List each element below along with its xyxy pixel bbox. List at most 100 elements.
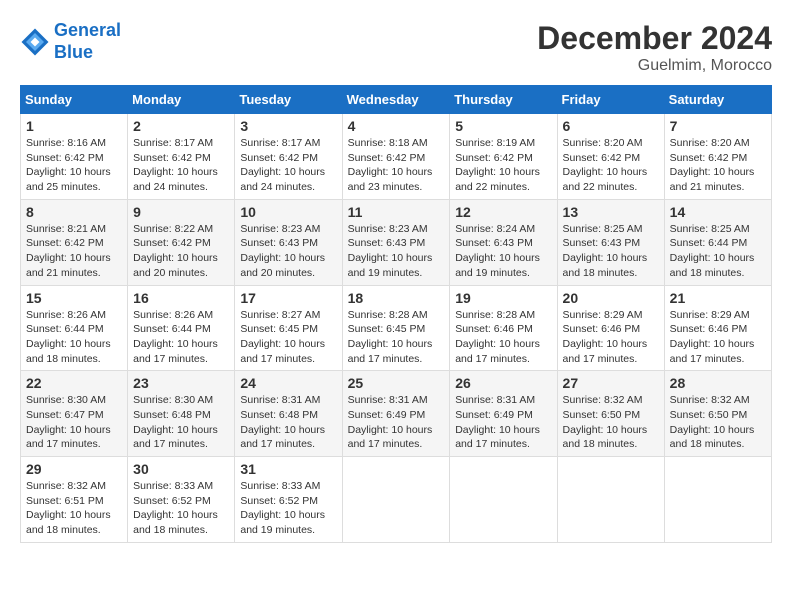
day-number: 30 (133, 461, 229, 477)
day-number: 24 (240, 375, 336, 391)
day-number: 4 (348, 118, 445, 134)
calendar-day-cell: 2Sunrise: 8:17 AMSunset: 6:42 PMDaylight… (128, 114, 235, 200)
day-info: Sunrise: 8:28 AMSunset: 6:46 PMDaylight:… (455, 308, 551, 367)
calendar-day-cell: 13 Sunrise: 8:25 AMSunset: 6:43 PMDayligh… (557, 199, 664, 285)
day-number: 23 (133, 375, 229, 391)
calendar-week-row: 15 Sunrise: 8:26 AMSunset: 6:44 PMDayligh… (21, 285, 772, 371)
calendar-day-cell: 25 Sunrise: 8:31 AMSunset: 6:49 PMDayligh… (342, 371, 450, 457)
calendar-day-cell: 12 Sunrise: 8:24 AMSunset: 6:43 PMDayligh… (450, 199, 557, 285)
calendar-day-cell: 29Sunrise: 8:32 AMSunset: 6:51 PMDayligh… (21, 457, 128, 543)
month-title: December 2024 (537, 20, 772, 57)
logo: General Blue (20, 20, 121, 63)
location-title: Guelmim, Morocco (537, 57, 772, 75)
day-number: 8 (26, 204, 122, 220)
day-number: 10 (240, 204, 336, 220)
day-info: Sunrise: 8:29 AMSunset: 6:46 PMDaylight:… (563, 308, 659, 367)
day-info: Sunrise: 8:31 AMSunset: 6:49 PMDaylight:… (348, 393, 445, 452)
calendar-day-cell: 10 Sunrise: 8:23 AMSunset: 6:43 PMDayligh… (235, 199, 342, 285)
calendar-day-cell: 19 Sunrise: 8:28 AMSunset: 6:46 PMDayligh… (450, 285, 557, 371)
day-info: Sunrise: 8:17 AMSunset: 6:42 PMDaylight:… (240, 136, 336, 195)
day-of-week-header: Wednesday (342, 86, 450, 114)
calendar-day-cell: 23 Sunrise: 8:30 AMSunset: 6:48 PMDayligh… (128, 371, 235, 457)
calendar-day-cell: 20 Sunrise: 8:29 AMSunset: 6:46 PMDayligh… (557, 285, 664, 371)
day-number: 31 (240, 461, 336, 477)
day-number: 12 (455, 204, 551, 220)
day-info: Sunrise: 8:32 AMSunset: 6:50 PMDaylight:… (563, 393, 659, 452)
calendar-day-cell: 6Sunrise: 8:20 AMSunset: 6:42 PMDaylight… (557, 114, 664, 200)
calendar-day-cell: 3 Sunrise: 8:17 AMSunset: 6:42 PMDaylight… (235, 114, 342, 200)
calendar-day-cell (557, 457, 664, 543)
day-info: Sunrise: 8:25 AMSunset: 6:44 PMDaylight:… (670, 222, 766, 281)
calendar-day-cell: 28 Sunrise: 8:32 AMSunset: 6:50 PMDayligh… (664, 371, 771, 457)
day-of-week-header: Sunday (21, 86, 128, 114)
calendar-day-cell: 26 Sunrise: 8:31 AMSunset: 6:49 PMDayligh… (450, 371, 557, 457)
calendar-day-cell: 27 Sunrise: 8:32 AMSunset: 6:50 PMDayligh… (557, 371, 664, 457)
calendar-day-cell: 7 Sunrise: 8:20 AMSunset: 6:42 PMDaylight… (664, 114, 771, 200)
calendar-week-row: 8 Sunrise: 8:21 AMSunset: 6:42 PMDaylight… (21, 199, 772, 285)
day-number: 6 (563, 118, 659, 134)
day-info: Sunrise: 8:24 AMSunset: 6:43 PMDaylight:… (455, 222, 551, 281)
day-number: 3 (240, 118, 336, 134)
day-of-week-header: Thursday (450, 86, 557, 114)
day-of-week-header: Saturday (664, 86, 771, 114)
day-number: 1 (26, 118, 122, 134)
day-info: Sunrise: 8:26 AMSunset: 6:44 PMDaylight:… (133, 308, 229, 367)
day-info: Sunrise: 8:19 AMSunset: 6:42 PMDaylight:… (455, 136, 551, 195)
day-number: 7 (670, 118, 766, 134)
calendar-day-cell: 5 Sunrise: 8:19 AMSunset: 6:42 PMDaylight… (450, 114, 557, 200)
day-info: Sunrise: 8:32 AMSunset: 6:50 PMDaylight:… (670, 393, 766, 452)
day-number: 27 (563, 375, 659, 391)
calendar-day-cell: 15 Sunrise: 8:26 AMSunset: 6:44 PMDayligh… (21, 285, 128, 371)
calendar-day-cell: 18Sunrise: 8:28 AMSunset: 6:45 PMDayligh… (342, 285, 450, 371)
day-info: Sunrise: 8:33 AMSunset: 6:52 PMDaylight:… (240, 479, 336, 538)
day-info: Sunrise: 8:21 AMSunset: 6:42 PMDaylight:… (26, 222, 122, 281)
day-info: Sunrise: 8:27 AMSunset: 6:45 PMDaylight:… (240, 308, 336, 367)
title-block: December 2024 Guelmim, Morocco (537, 20, 772, 75)
calendar-day-cell (450, 457, 557, 543)
calendar-day-cell: 14 Sunrise: 8:25 AMSunset: 6:44 PMDayligh… (664, 199, 771, 285)
calendar-header-row: SundayMondayTuesdayWednesdayThursdayFrid… (21, 86, 772, 114)
day-of-week-header: Friday (557, 86, 664, 114)
calendar-day-cell: 22Sunrise: 8:30 AMSunset: 6:47 PMDayligh… (21, 371, 128, 457)
day-number: 28 (670, 375, 766, 391)
day-number: 5 (455, 118, 551, 134)
day-number: 22 (26, 375, 122, 391)
day-number: 20 (563, 290, 659, 306)
calendar-day-cell: 21 Sunrise: 8:29 AMSunset: 6:46 PMDayligh… (664, 285, 771, 371)
logo-icon (20, 27, 50, 57)
calendar-day-cell: 1Sunrise: 8:16 AMSunset: 6:42 PMDaylight… (21, 114, 128, 200)
day-info: Sunrise: 8:25 AMSunset: 6:43 PMDaylight:… (563, 222, 659, 281)
day-number: 14 (670, 204, 766, 220)
calendar-table: SundayMondayTuesdayWednesdayThursdayFrid… (20, 85, 772, 543)
day-info: Sunrise: 8:23 AMSunset: 6:43 PMDaylight:… (240, 222, 336, 281)
day-number: 15 (26, 290, 122, 306)
day-info: Sunrise: 8:26 AMSunset: 6:44 PMDaylight:… (26, 308, 122, 367)
day-info: Sunrise: 8:22 AMSunset: 6:42 PMDaylight:… (133, 222, 229, 281)
calendar-day-cell: 16 Sunrise: 8:26 AMSunset: 6:44 PMDayligh… (128, 285, 235, 371)
calendar-day-cell: 24Sunrise: 8:31 AMSunset: 6:48 PMDayligh… (235, 371, 342, 457)
calendar-day-cell: 9Sunrise: 8:22 AMSunset: 6:42 PMDaylight… (128, 199, 235, 285)
day-of-week-header: Tuesday (235, 86, 342, 114)
page-header: General Blue December 2024 Guelmim, Moro… (20, 20, 772, 75)
day-number: 21 (670, 290, 766, 306)
calendar-day-cell: 11Sunrise: 8:23 AMSunset: 6:43 PMDayligh… (342, 199, 450, 285)
calendar-day-cell: 4Sunrise: 8:18 AMSunset: 6:42 PMDaylight… (342, 114, 450, 200)
day-info: Sunrise: 8:30 AMSunset: 6:48 PMDaylight:… (133, 393, 229, 452)
calendar-week-row: 22Sunrise: 8:30 AMSunset: 6:47 PMDayligh… (21, 371, 772, 457)
day-number: 16 (133, 290, 229, 306)
day-info: Sunrise: 8:31 AMSunset: 6:49 PMDaylight:… (455, 393, 551, 452)
day-info: Sunrise: 8:33 AMSunset: 6:52 PMDaylight:… (133, 479, 229, 538)
day-number: 17 (240, 290, 336, 306)
calendar-week-row: 1Sunrise: 8:16 AMSunset: 6:42 PMDaylight… (21, 114, 772, 200)
calendar-week-row: 29Sunrise: 8:32 AMSunset: 6:51 PMDayligh… (21, 457, 772, 543)
day-info: Sunrise: 8:29 AMSunset: 6:46 PMDaylight:… (670, 308, 766, 367)
day-number: 19 (455, 290, 551, 306)
logo-text: General Blue (54, 20, 121, 63)
day-info: Sunrise: 8:17 AMSunset: 6:42 PMDaylight:… (133, 136, 229, 195)
day-number: 13 (563, 204, 659, 220)
calendar-day-cell: 17 Sunrise: 8:27 AMSunset: 6:45 PMDayligh… (235, 285, 342, 371)
calendar-day-cell: 8 Sunrise: 8:21 AMSunset: 6:42 PMDaylight… (21, 199, 128, 285)
day-number: 26 (455, 375, 551, 391)
day-number: 25 (348, 375, 445, 391)
day-info: Sunrise: 8:20 AMSunset: 6:42 PMDaylight:… (670, 136, 766, 195)
